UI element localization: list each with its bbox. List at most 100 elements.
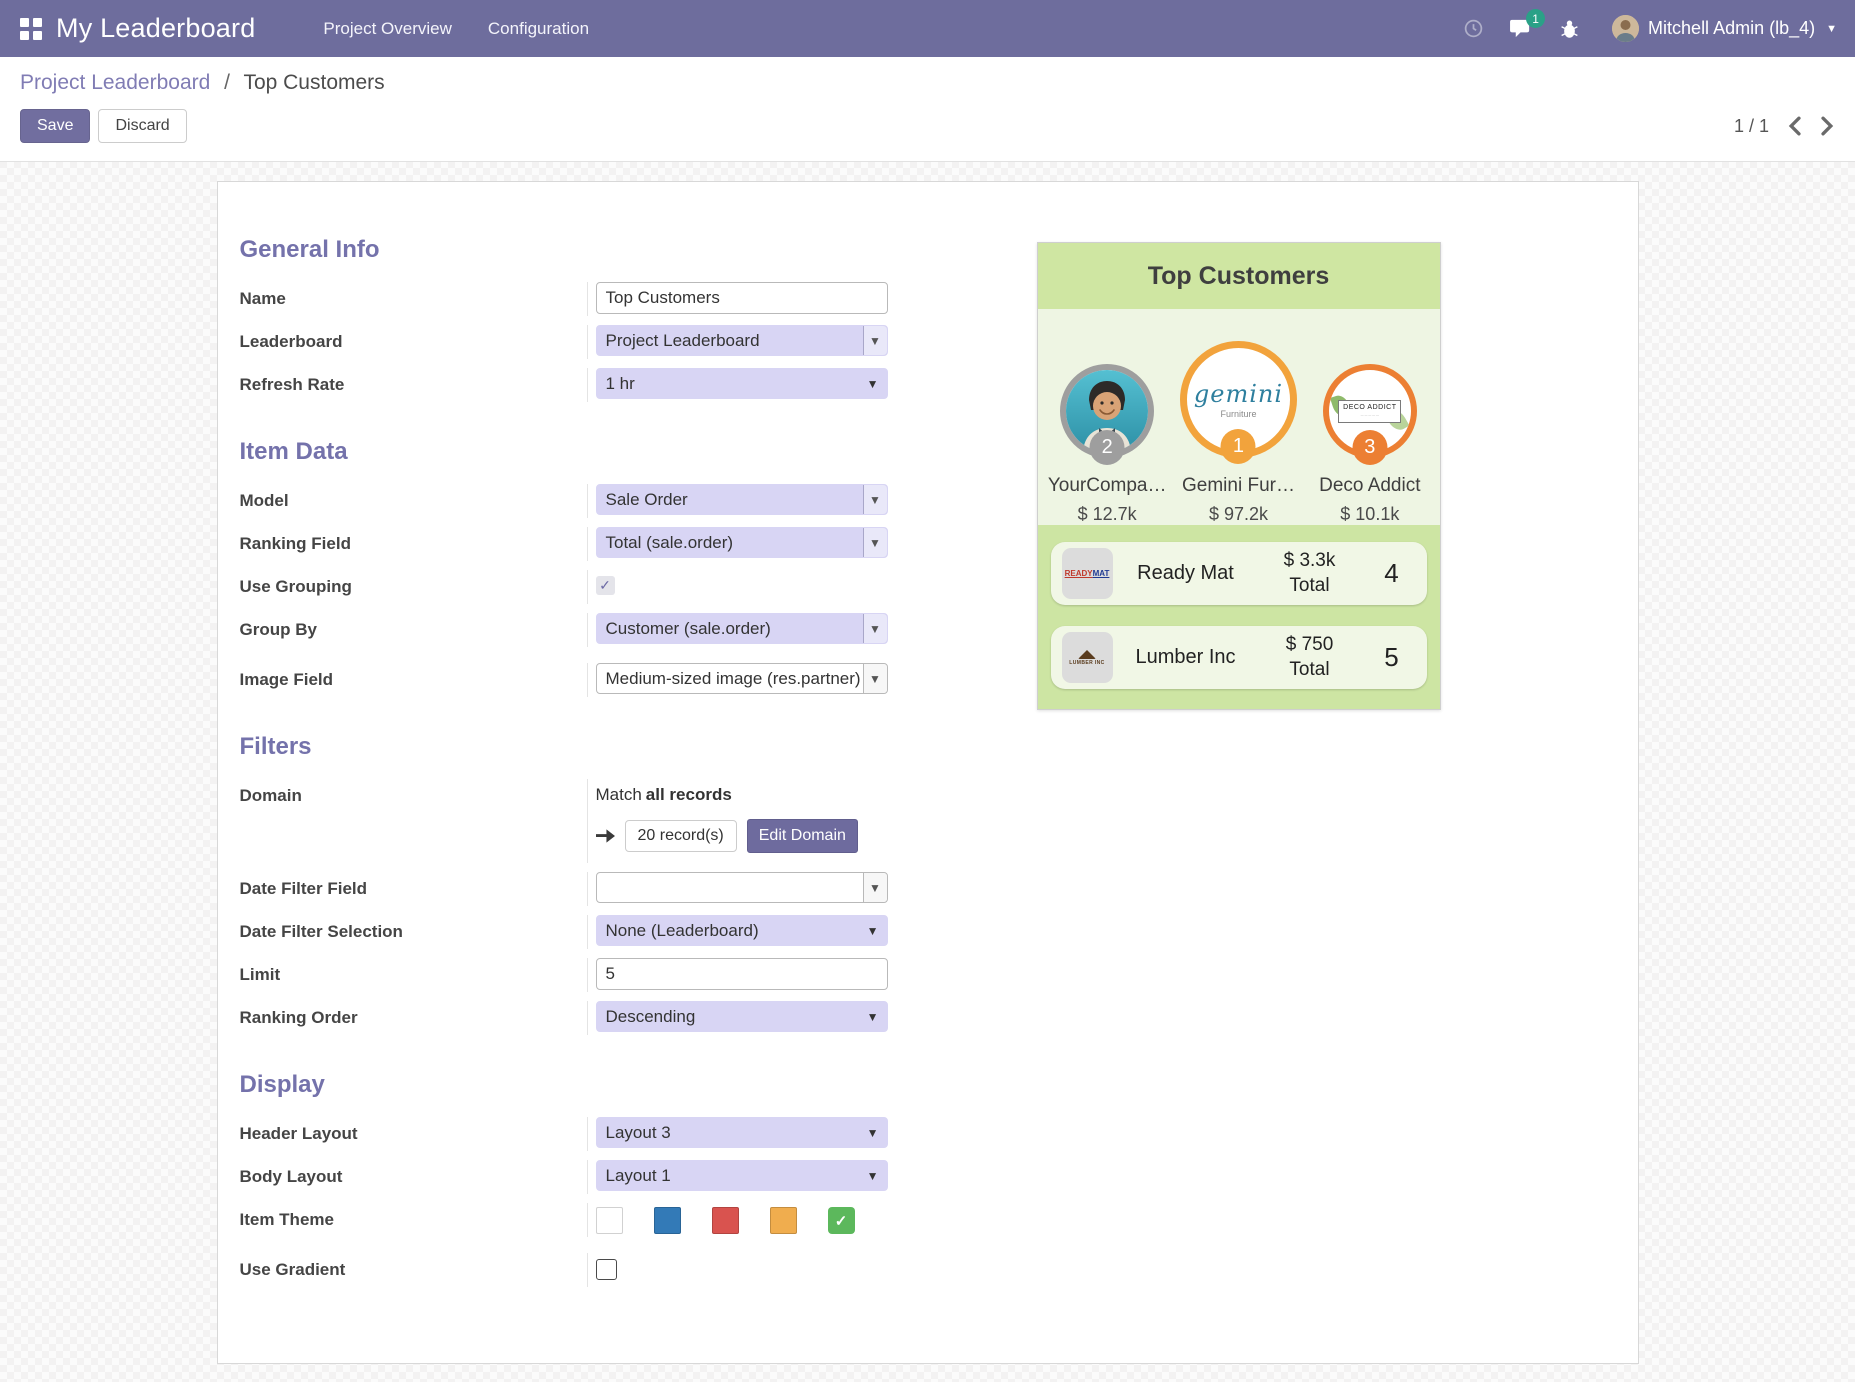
item-theme-label: Item Theme xyxy=(240,1203,587,1237)
dropdown-caret-icon[interactable]: ▼ xyxy=(863,326,887,355)
preview-title: Top Customers xyxy=(1038,243,1440,309)
section-title-item-data: Item Data xyxy=(240,438,912,466)
preview-podium: 2 YourCompa… $ 12.7k gemini Furnit xyxy=(1038,309,1440,525)
debug-bug-icon[interactable] xyxy=(1559,18,1580,39)
name-input[interactable] xyxy=(596,282,888,314)
dropdown-caret-icon: ▼ xyxy=(867,1169,887,1183)
podium-avatar-ring: gemini Furniture 1 xyxy=(1180,341,1297,458)
menu-configuration[interactable]: Configuration xyxy=(474,9,603,49)
activities-clock-icon[interactable] xyxy=(1463,18,1484,39)
podium-entry-rank2: 2 YourCompa… $ 12.7k xyxy=(1042,309,1172,525)
pager: 1 / 1 xyxy=(1734,116,1835,137)
menu-project-overview[interactable]: Project Overview xyxy=(309,9,465,49)
messages-icon[interactable]: 1 xyxy=(1510,18,1533,39)
section-general-info: General Info Name Leaderboard Project Le… xyxy=(240,236,912,402)
list-item-name: Lumber Inc xyxy=(1127,646,1245,669)
ranking-field-field[interactable]: Total (sale.order) ▼ xyxy=(596,527,888,558)
dropdown-caret-icon: ▼ xyxy=(867,377,887,391)
dropdown-caret-icon[interactable]: ▼ xyxy=(863,485,887,514)
podium-avatar-ring: 2 xyxy=(1060,364,1154,458)
pager-count: 1 / 1 xyxy=(1734,116,1769,137)
group-by-field[interactable]: Customer (sale.order) ▼ xyxy=(596,613,888,644)
dropdown-caret-icon[interactable]: ▼ xyxy=(863,528,887,557)
records-count-button[interactable]: 20 record(s) xyxy=(625,820,737,852)
theme-swatch-blue[interactable]: ✓ xyxy=(654,1207,681,1234)
breadcrumb: Project Leaderboard / Top Customers xyxy=(20,71,1835,95)
use-gradient-checkbox[interactable]: ✓ xyxy=(596,1259,617,1280)
limit-label: Limit xyxy=(240,958,587,992)
chevron-down-icon: ▼ xyxy=(1826,23,1837,35)
list-item-rank: 4 xyxy=(1375,558,1409,589)
section-filters: Filters Domain Matchall records 20 recor… xyxy=(240,733,912,1035)
use-grouping-checkbox[interactable]: ✓ xyxy=(596,576,615,595)
breadcrumb-parent-link[interactable]: Project Leaderboard xyxy=(20,71,210,94)
model-field[interactable]: Sale Order ▼ xyxy=(596,484,888,515)
domain-label: Domain xyxy=(240,779,587,863)
use-gradient-label: Use Gradient xyxy=(240,1253,587,1287)
name-label: Name xyxy=(240,282,587,316)
podium-entry-rank3: DECO ADDICT— — — — — 3 Deco Addict $ 10.… xyxy=(1305,309,1435,525)
refresh-rate-label: Refresh Rate xyxy=(240,368,587,402)
limit-input[interactable] xyxy=(596,958,888,990)
body-layout-label: Body Layout xyxy=(240,1160,587,1194)
domain-arrow-icon xyxy=(596,828,615,844)
systray: 1 Mitchell Admin (lb_4) ▼ xyxy=(1463,15,1837,42)
preview-list: READYMAT Ready Mat $ 3.3k Total 4 LUMBER… xyxy=(1038,525,1440,709)
group-by-label: Group By xyxy=(240,613,587,647)
breadcrumb-current: Top Customers xyxy=(243,71,384,94)
pager-previous-button[interactable] xyxy=(1787,116,1802,136)
leaderboard-field[interactable]: Project Leaderboard ▼ xyxy=(596,325,888,356)
date-filter-field-field[interactable]: ▼ xyxy=(596,872,888,903)
main-menu: Project Overview Configuration xyxy=(309,9,603,49)
ranking-order-select[interactable]: Descending ▼ xyxy=(596,1001,888,1032)
dropdown-caret-icon: ▼ xyxy=(867,1010,887,1024)
dropdown-caret-icon: ▼ xyxy=(867,1126,887,1140)
refresh-rate-select[interactable]: 1 hr ▼ xyxy=(596,368,888,399)
list-item-value: $ 3.3k Total xyxy=(1245,549,1375,598)
dropdown-caret-icon[interactable]: ▼ xyxy=(863,873,887,902)
pager-next-button[interactable] xyxy=(1820,116,1835,136)
domain-match-text: Matchall records xyxy=(596,779,912,805)
theme-swatch-red[interactable]: ✓ xyxy=(712,1207,739,1234)
list-item: READYMAT Ready Mat $ 3.3k Total 4 xyxy=(1051,542,1427,605)
podium-avatar-ring: DECO ADDICT— — — — — 3 xyxy=(1323,364,1417,458)
control-panel: Project Leaderboard / Top Customers Save… xyxy=(0,57,1855,162)
date-filter-selection-select[interactable]: None (Leaderboard) ▼ xyxy=(596,915,888,946)
theme-swatch-green[interactable]: ✓ xyxy=(828,1207,855,1234)
leaderboard-label: Leaderboard xyxy=(240,325,587,359)
breadcrumb-separator: / xyxy=(224,71,230,94)
date-filter-field-label: Date Filter Field xyxy=(240,872,587,906)
save-button[interactable]: Save xyxy=(20,109,90,143)
section-title-general-info: General Info xyxy=(240,236,912,264)
header-layout-select[interactable]: Layout 3 ▼ xyxy=(596,1117,888,1148)
model-label: Model xyxy=(240,484,587,518)
dropdown-caret-icon[interactable]: ▼ xyxy=(863,614,887,643)
theme-swatch-white[interactable]: ✓ xyxy=(596,1207,623,1234)
podium-name: Deco Addict xyxy=(1319,475,1420,497)
body-layout-select[interactable]: Layout 1 ▼ xyxy=(596,1160,888,1191)
dropdown-caret-icon: ▼ xyxy=(867,924,887,938)
podium-value: $ 10.1k xyxy=(1340,504,1399,525)
apps-grid-icon[interactable] xyxy=(20,18,42,40)
messages-count-badge: 1 xyxy=(1526,9,1545,28)
app-brand[interactable]: My Leaderboard xyxy=(56,13,255,44)
rank-badge: 1 xyxy=(1221,429,1256,464)
discard-button[interactable]: Discard xyxy=(98,109,186,143)
podium-entry-rank1: gemini Furniture 1 Gemini Fur… $ 97.2k xyxy=(1173,309,1303,525)
section-title-display: Display xyxy=(240,1071,912,1099)
section-title-filters: Filters xyxy=(240,733,912,761)
form-sheet: General Info Name Leaderboard Project Le… xyxy=(217,181,1639,1364)
user-menu[interactable]: Mitchell Admin (lb_4) ▼ xyxy=(1612,15,1837,42)
item-theme-swatches: ✓ ✓ ✓ ✓ ✓ xyxy=(596,1203,912,1234)
use-grouping-label: Use Grouping xyxy=(240,570,587,604)
rank-badge: 2 xyxy=(1090,430,1125,465)
dropdown-caret-icon[interactable]: ▼ xyxy=(863,664,887,693)
edit-domain-button[interactable]: Edit Domain xyxy=(747,819,858,853)
user-name: Mitchell Admin (lb_4) xyxy=(1648,18,1815,39)
podium-value: $ 97.2k xyxy=(1209,504,1268,525)
list-item-name: Ready Mat xyxy=(1127,562,1245,585)
top-navbar: My Leaderboard Project Overview Configur… xyxy=(0,0,1855,57)
section-item-data: Item Data Model Sale Order ▼ Ranking Fie… xyxy=(240,438,912,697)
theme-swatch-orange[interactable]: ✓ xyxy=(770,1207,797,1234)
image-field-field[interactable]: Medium-sized image (res.partner) ▼ xyxy=(596,663,888,694)
